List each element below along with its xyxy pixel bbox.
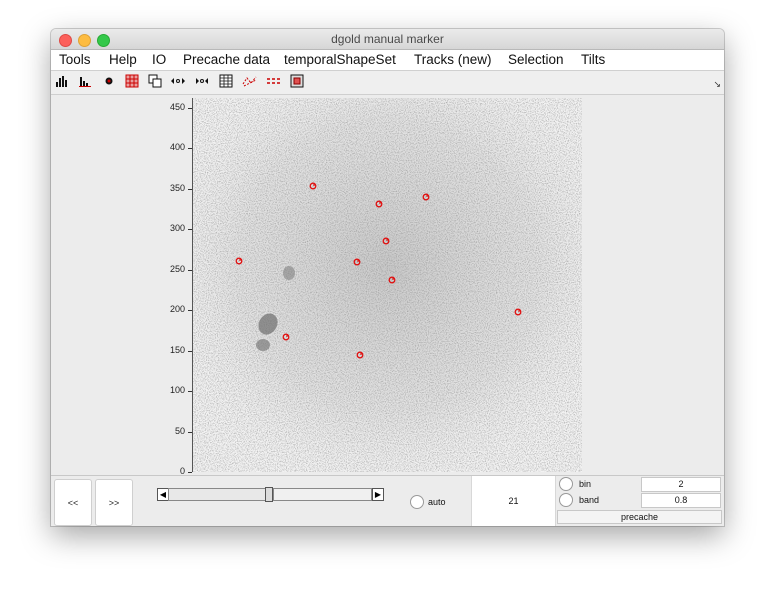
previous-frame-button[interactable]: << xyxy=(54,479,92,526)
next-frame-button[interactable]: >> xyxy=(95,479,133,526)
y-tick-label: 50 xyxy=(174,425,185,436)
band-value-field[interactable]: 0.8 xyxy=(641,493,721,508)
gold-marker-dot xyxy=(357,260,359,262)
micrograph-svg xyxy=(193,98,582,472)
gold-marker-dot xyxy=(386,239,388,241)
gold-marker-dot xyxy=(379,202,381,204)
gold-marker-dot xyxy=(426,195,428,197)
bin-value-field[interactable]: 2 xyxy=(641,477,721,492)
frame-slider-track-right[interactable] xyxy=(273,488,372,501)
y-tick-mark xyxy=(188,148,192,150)
y-tick-mark xyxy=(188,269,192,271)
y-tick-label: 400 xyxy=(169,142,185,153)
slider-right-arrow[interactable]: ▶ xyxy=(372,488,384,501)
y-tick-mark xyxy=(188,431,192,433)
tracks-dashed-icon[interactable] xyxy=(266,74,282,90)
y-tick-label: 300 xyxy=(169,223,185,234)
gold-marker-dot xyxy=(360,353,362,355)
gold-marker-dot xyxy=(392,278,394,280)
y-tick-label: 250 xyxy=(169,263,185,274)
tracks-icon[interactable] xyxy=(242,74,258,90)
copy-frames-icon[interactable] xyxy=(147,74,163,90)
histogram-alt-icon[interactable] xyxy=(77,74,93,90)
window-title: dgold manual marker xyxy=(331,32,444,46)
box-red-icon[interactable] xyxy=(289,74,305,90)
frame-number-display: 21 xyxy=(471,476,556,526)
y-tick-mark xyxy=(188,107,192,109)
histogram-icon[interactable] xyxy=(54,74,70,90)
menu-temporal-shape-set[interactable]: temporalShapeSet xyxy=(284,52,396,67)
record-dot-icon[interactable] xyxy=(101,74,117,90)
auto-label: auto xyxy=(428,497,446,507)
image-axes-area: 450 400 350 300 250 200 150 100 50 0 xyxy=(51,95,724,502)
bin-radio[interactable] xyxy=(559,477,573,491)
bin-label: bin xyxy=(579,479,592,489)
band-radio[interactable] xyxy=(559,493,573,507)
y-tick-label: 350 xyxy=(169,182,185,193)
move-left-right-icon[interactable] xyxy=(170,74,186,90)
bin-row: bin 2 xyxy=(557,477,722,492)
gold-marker-dot xyxy=(286,335,288,337)
table-icon[interactable] xyxy=(218,74,234,90)
menu-bar: Tools Help IO Precache data temporalShap… xyxy=(51,50,724,71)
y-tick-mark xyxy=(188,391,192,393)
band-label: band xyxy=(579,495,600,505)
toolbar-corner-icon[interactable]: ↘ xyxy=(713,79,721,90)
y-tick-label: 450 xyxy=(169,101,185,112)
app-window: dgold manual marker Tools Help IO Precac… xyxy=(51,29,724,526)
y-tick-mark xyxy=(188,472,192,473)
title-bar: dgold manual marker xyxy=(51,29,724,50)
frame-slider-track-left[interactable] xyxy=(168,488,267,501)
y-tick-label: 100 xyxy=(169,385,185,396)
menu-selection[interactable]: Selection xyxy=(508,52,564,67)
menu-help[interactable]: Help xyxy=(109,52,137,67)
menu-precache-data[interactable]: Precache data xyxy=(183,52,270,67)
gold-marker-dot xyxy=(313,184,315,186)
toolbar: ↘ xyxy=(51,71,724,95)
y-tick-mark xyxy=(188,350,192,352)
micrograph-image[interactable] xyxy=(193,98,582,472)
band-row: band 0.8 xyxy=(557,493,722,508)
control-panel: << >> ◀ ▶ auto 21 bin 2 band 0.8 precach… xyxy=(51,475,724,526)
menu-io[interactable]: IO xyxy=(152,52,166,67)
menu-tracks-new[interactable]: Tracks (new) xyxy=(414,52,492,67)
gold-marker-dot xyxy=(518,310,520,312)
grid-red-icon[interactable] xyxy=(124,74,140,90)
move-right-left-icon[interactable] xyxy=(194,74,210,90)
gold-marker-dot xyxy=(239,259,241,261)
precache-button[interactable]: precache xyxy=(557,510,722,524)
y-tick-mark xyxy=(188,310,192,312)
y-tick-label: 200 xyxy=(169,304,185,315)
frame-slider-thumb[interactable] xyxy=(265,487,273,502)
menu-tilts[interactable]: Tilts xyxy=(581,52,605,67)
y-tick-mark xyxy=(188,188,192,190)
auto-radio[interactable] xyxy=(410,495,424,509)
y-tick-label: 150 xyxy=(169,344,185,355)
menu-tools[interactable]: Tools xyxy=(59,52,91,67)
y-tick-mark xyxy=(188,229,192,231)
